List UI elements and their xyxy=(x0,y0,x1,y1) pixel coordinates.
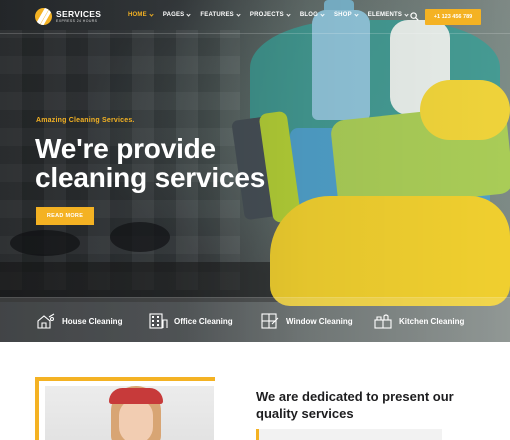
menu-item-blog[interactable]: BLOG xyxy=(300,11,325,18)
about-quote-bar xyxy=(256,429,442,440)
service-window-cleaning[interactable]: Window Cleaning xyxy=(260,312,353,330)
menu-item-pages[interactable]: PAGES xyxy=(163,11,191,18)
hero-banner: SERVICES EXPRESS 24 HOURS HOME PAGES FEA… xyxy=(0,0,510,342)
about-title: We are dedicated to present our quality … xyxy=(256,389,454,421)
menu-item-shop[interactable]: SHOP xyxy=(334,11,359,18)
about-photo xyxy=(45,386,214,440)
chevron-down-icon xyxy=(354,11,359,17)
chevron-down-icon xyxy=(236,11,241,17)
search-icon[interactable] xyxy=(410,12,419,21)
menu-item-elements[interactable]: ELEMENTS xyxy=(368,11,409,18)
service-office-cleaning[interactable]: Office Cleaning xyxy=(148,312,233,330)
brand-name: SERVICES xyxy=(56,9,102,19)
service-house-cleaning[interactable]: House Cleaning xyxy=(36,312,122,330)
menu-item-features[interactable]: FEATURES xyxy=(200,11,241,18)
hero-headline: We're provide cleaning services xyxy=(35,133,266,193)
office-building-icon xyxy=(149,313,168,329)
logo-mark-icon xyxy=(35,8,52,25)
top-navigation: SERVICES EXPRESS 24 HOURS HOME PAGES FEA… xyxy=(0,0,510,34)
kitchen-icon xyxy=(374,314,392,329)
read-more-button[interactable]: READ MORE xyxy=(36,207,94,225)
brand-logo[interactable]: SERVICES EXPRESS 24 HOURS xyxy=(35,8,101,25)
chevron-down-icon xyxy=(186,11,191,17)
menu-item-home[interactable]: HOME xyxy=(128,11,154,18)
chevron-down-icon xyxy=(286,11,291,17)
main-menu: HOME PAGES FEATURES PROJECTS BLOG SHOP E… xyxy=(128,11,418,18)
hero-kicker: Amazing Cleaning Services. xyxy=(36,117,135,124)
chevron-down-icon xyxy=(149,11,154,17)
service-kitchen-cleaning[interactable]: Kitchen Cleaning xyxy=(373,312,464,330)
window-icon xyxy=(261,313,279,329)
phone-button[interactable]: +1 123 456 789 xyxy=(425,9,481,25)
menu-item-projects[interactable]: PROJECTS xyxy=(250,11,291,18)
chevron-down-icon xyxy=(320,11,325,17)
house-cleaning-icon xyxy=(37,313,55,329)
brand-tagline: EXPRESS 24 HOURS xyxy=(56,18,98,23)
services-strip: House Cleaning Office Cleaning Window Cl… xyxy=(0,297,510,342)
chevron-down-icon xyxy=(404,11,409,17)
